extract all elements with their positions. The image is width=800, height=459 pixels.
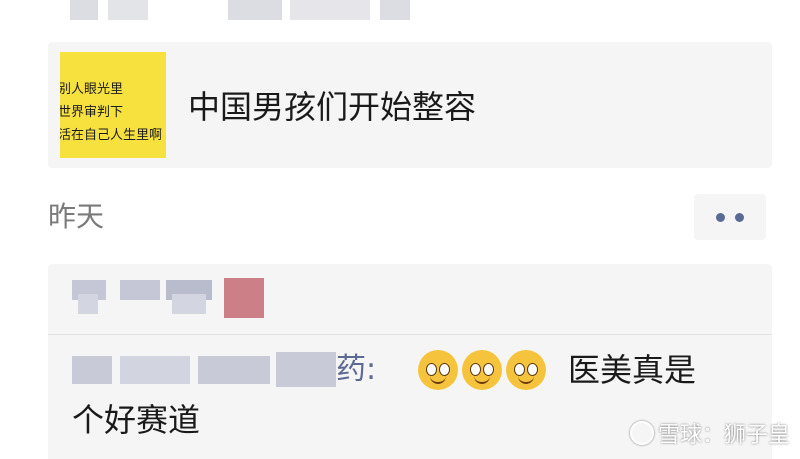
blurred-like-avatar xyxy=(78,294,98,314)
blurred-header xyxy=(0,0,800,22)
article-thumbnail: 别人眼光里 世界审判下 活在自己人生里啊 xyxy=(60,52,166,158)
watermark: 雪球：狮子皇 xyxy=(629,417,790,449)
thumbnail-text-line: 世界审判下 xyxy=(60,105,124,120)
blurred-like-avatar xyxy=(224,278,264,318)
moments-feed-page: 别人眼光里 世界审判下 活在自己人生里啊 中国男孩们开始整容 昨天 医医药: 医… xyxy=(0,0,800,459)
comment-text-continued: 个好赛道 xyxy=(72,401,201,439)
xueqiu-logo-icon xyxy=(629,421,654,445)
wink-emoji-icon xyxy=(506,350,546,390)
divider xyxy=(48,334,772,335)
commenter-name[interactable]: 医医药: xyxy=(276,352,376,388)
blurred-commenter-name xyxy=(72,356,112,384)
blurred-like-avatar xyxy=(172,294,206,314)
blurred-commenter-name xyxy=(198,356,270,384)
wink-emoji-icon xyxy=(462,350,502,390)
thumbnail-text-line: 别人眼光里 xyxy=(60,82,124,97)
commenter-name-visible: 药 xyxy=(336,352,366,387)
blurred-commenter-name xyxy=(120,356,190,384)
article-title: 中国男孩们开始整容 xyxy=(188,88,477,126)
wink-emoji-icon xyxy=(418,350,458,390)
watermark-text: 雪球：狮子皇 xyxy=(657,423,790,448)
dot-icon xyxy=(735,212,744,222)
more-actions-button[interactable] xyxy=(694,194,766,240)
shared-article-card[interactable]: 别人眼光里 世界审判下 活在自己人生里啊 中国男孩们开始整容 xyxy=(48,42,772,168)
dot-icon xyxy=(716,212,725,222)
thumbnail-text-line: 活在自己人生里啊 xyxy=(60,128,163,143)
blurred-like-avatar xyxy=(120,280,160,300)
post-timestamp: 昨天 xyxy=(48,200,105,233)
colon: : xyxy=(366,352,377,387)
comment-text: 医美真是 xyxy=(568,351,697,389)
emoji-group xyxy=(418,350,546,390)
